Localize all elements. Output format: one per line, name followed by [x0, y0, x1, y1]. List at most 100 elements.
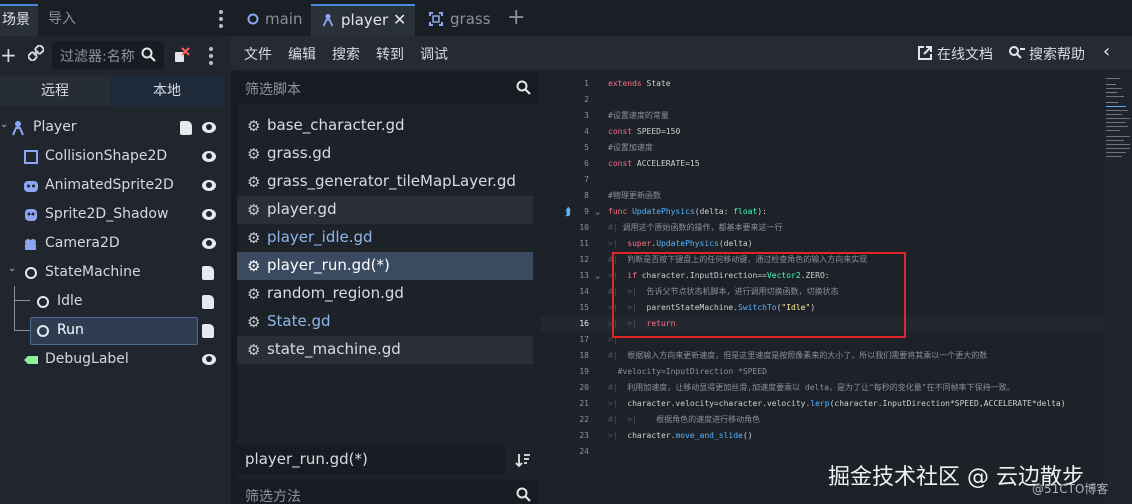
- close-tab-icon[interactable]: ✕: [393, 6, 406, 34]
- sort-icon[interactable]: [515, 452, 531, 468]
- visibility-eye-icon[interactable]: [202, 151, 216, 162]
- script-icon[interactable]: [202, 295, 214, 309]
- collapse-arrow-icon[interactable]: ⌄: [0, 119, 8, 130]
- code-token: >| super.UpdatePhysics(delta): [608, 236, 753, 252]
- tree-node-sprite2d-shadow[interactable]: Sprite2D_Shadow: [0, 201, 231, 229]
- tree-node-label: Player: [33, 119, 77, 135]
- menu-goto[interactable]: 转到: [376, 44, 404, 64]
- code-line: 6 const ACCELERATE=15: [541, 156, 1104, 172]
- gear-icon: ⚙: [247, 145, 261, 163]
- code-line: 8 #物理更新函数: [541, 188, 1104, 204]
- local-button[interactable]: 本地: [110, 76, 224, 106]
- tree-node-camera2d[interactable]: Camera2D: [0, 230, 231, 258]
- dock-menu-icon[interactable]: [219, 10, 223, 31]
- menu-edit[interactable]: 编辑: [288, 44, 316, 64]
- visibility-eye-icon[interactable]: [202, 122, 216, 133]
- external-link-icon: [918, 46, 932, 60]
- visibility-eye-icon[interactable]: [202, 209, 216, 220]
- filter-clear-icon[interactable]: [173, 46, 191, 64]
- collapse-arrow-icon[interactable]: ⌄: [8, 263, 16, 274]
- script-item[interactable]: ⚙ base_character.gd: [237, 112, 533, 140]
- script-item-selected[interactable]: ⚙ player_run.gd(*): [237, 252, 533, 280]
- tree-node-label: Camera2D: [45, 235, 120, 251]
- tab-scene[interactable]: 场景: [0, 4, 38, 36]
- link-icon[interactable]: [27, 44, 45, 66]
- script-icon[interactable]: [180, 121, 192, 135]
- tree-node-player[interactable]: ⌄ Player: [0, 114, 231, 142]
- code-minimap[interactable]: [1104, 72, 1132, 504]
- tab-main[interactable]: main: [241, 4, 311, 36]
- code-line: 22 #| >| 根据角色的速度进行移动角色: [541, 412, 1104, 428]
- code-line: 21 >| character.velocity=character.veloci…: [541, 396, 1104, 412]
- scene-menu-icon[interactable]: [209, 47, 213, 68]
- script-icon[interactable]: [202, 266, 214, 280]
- current-script-label: player_run.gd(*): [245, 450, 368, 468]
- fold-arrow-icon[interactable]: ⌄: [595, 204, 600, 220]
- visibility-eye-icon[interactable]: [202, 354, 216, 365]
- code-token: State: [641, 79, 671, 88]
- line-number: 2: [584, 95, 589, 104]
- script-item[interactable]: ⚙ grass_generator_tileMapLayer.gd: [237, 168, 533, 196]
- code-token: #设置加速度: [608, 143, 653, 152]
- tree-node-label: StateMachine: [45, 264, 141, 280]
- script-item[interactable]: ⚙ State.gd: [237, 308, 533, 336]
- code-token: character.velocity=character.velocity.: [627, 399, 811, 408]
- gear-icon: ⚙: [247, 201, 261, 219]
- tab-grass[interactable]: grass: [423, 4, 493, 36]
- current-script-field[interactable]: player_run.gd(*): [237, 444, 505, 474]
- code-line: 11 >| super.UpdatePhysics(delta): [541, 236, 1104, 252]
- animated-sprite-icon: [24, 181, 38, 192]
- menu-search[interactable]: 搜索: [332, 44, 360, 64]
- code-token: const: [608, 159, 633, 168]
- node-circle-icon: [37, 325, 49, 337]
- minimap-line: [1106, 152, 1126, 153]
- minimap-line: [1106, 78, 1120, 79]
- tree-node-idle[interactable]: Idle: [0, 288, 231, 316]
- node-circle-icon: [37, 296, 49, 308]
- line-number: 14: [579, 287, 589, 296]
- visibility-eye-icon[interactable]: [202, 238, 216, 249]
- online-docs-button[interactable]: 在线文档: [937, 44, 993, 64]
- code-token: ):: [757, 207, 767, 216]
- collapse-panel-icon[interactable]: ‹: [1103, 41, 1110, 62]
- remote-button[interactable]: 远程: [0, 76, 110, 106]
- minimap-line: [1106, 148, 1130, 149]
- tab-player[interactable]: player ✕: [311, 4, 415, 36]
- tree-node-debuglabel[interactable]: DebugLabel: [0, 346, 231, 374]
- code-line: 2: [541, 92, 1104, 108]
- selection-highlight: [30, 317, 198, 345]
- minimap-line: [1106, 130, 1120, 131]
- script-item[interactable]: ⚙ player.gd: [237, 196, 533, 224]
- script-item[interactable]: ⚙ player_idle.gd: [237, 224, 533, 252]
- method-filter-input[interactable]: 筛选方法: [237, 480, 538, 504]
- tab-import[interactable]: 导入: [38, 4, 86, 36]
- tree-node-run[interactable]: Run: [0, 317, 231, 345]
- menu-file[interactable]: 文件: [244, 44, 272, 64]
- editor-tab-bar: main player ✕ grass +: [231, 0, 1132, 36]
- node-filter-input[interactable]: 过滤器:名称: [52, 41, 164, 69]
- script-item[interactable]: ⚙ state_machine.gd: [237, 336, 533, 364]
- tab-label: main: [265, 10, 303, 28]
- script-item[interactable]: ⚙ grass.gd: [237, 140, 533, 168]
- fold-arrow-icon[interactable]: ⌄: [595, 268, 600, 284]
- minimap-line: [1106, 92, 1117, 93]
- menu-debug[interactable]: 调试: [420, 44, 448, 64]
- script-icon[interactable]: [202, 324, 214, 338]
- code-line: 10 #| 调用这个原始函数的操作，都基本要来这一行: [541, 220, 1104, 236]
- add-node-icon[interactable]: +: [0, 45, 17, 65]
- script-item[interactable]: ⚙ random_region.gd: [237, 280, 533, 308]
- search-help-button[interactable]: 搜索帮助: [1029, 44, 1085, 64]
- code-token: #| 利用加速度，让移动显得更加丝滑,加速度要乘以 delta，是为了让"每秒的…: [608, 380, 1015, 396]
- tree-node-statemachine[interactable]: ⌄ StateMachine: [0, 259, 231, 287]
- script-item-label: player_run.gd(*): [267, 256, 390, 274]
- minimap-line: [1106, 84, 1116, 85]
- code-token: #velocity=InputDirection *SPEED: [608, 364, 767, 380]
- tree-node-collisionshape2d[interactable]: CollisionShape2D: [0, 143, 231, 171]
- script-filter-input[interactable]: 筛选脚本: [237, 72, 538, 104]
- code-token: const SPEED=150: [608, 124, 680, 140]
- tree-node-animatedsprite2d[interactable]: AnimatedSprite2D: [0, 172, 231, 200]
- search-icon: [516, 487, 531, 502]
- add-tab-icon[interactable]: +: [507, 5, 525, 30]
- visibility-eye-icon[interactable]: [202, 180, 216, 191]
